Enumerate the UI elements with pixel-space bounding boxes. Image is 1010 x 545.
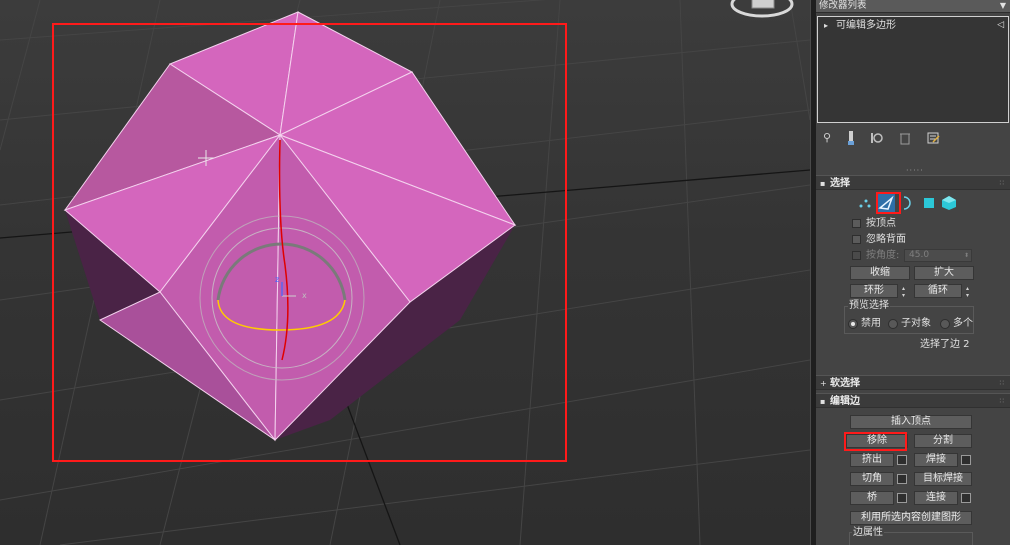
- edge-properties-title: 边属性: [852, 527, 884, 539]
- panel-grip[interactable]: ·····: [906, 166, 924, 175]
- rollout-grip-icon: ∷: [999, 397, 1004, 405]
- bridge-settings-icon[interactable]: [897, 493, 907, 503]
- chamfer-button[interactable]: 切角: [850, 472, 894, 486]
- stack-item-editable-poly[interactable]: ▸ 可编辑多边形 ◁: [820, 19, 1006, 32]
- chamfer-settings-icon[interactable]: [897, 474, 907, 484]
- ring-button[interactable]: 环形: [850, 284, 898, 298]
- ring-spinner[interactable]: ▴ ▾: [902, 285, 905, 299]
- modifier-list-dropdown[interactable]: 修改器列表 ▼: [816, 0, 1010, 13]
- selection-status-text: 选择了边 2: [920, 339, 970, 350]
- preview-selection-title: 预览选择: [848, 300, 890, 312]
- perspective-viewport[interactable]: z x: [0, 0, 810, 545]
- gizmo-x-label: x: [302, 291, 307, 300]
- rollout-grip-icon: ∷: [999, 179, 1004, 187]
- target-weld-button[interactable]: 目标焊接: [914, 472, 972, 486]
- connect-button[interactable]: 连接: [914, 491, 958, 505]
- stack-item-label: 可编辑多边形: [836, 20, 896, 31]
- rollout-edit-edges-header[interactable]: ▪ 编辑边 ∷: [816, 393, 1010, 408]
- create-shape-from-selection-button[interactable]: 利用所选内容创建图形: [850, 511, 972, 525]
- split-button[interactable]: 分割: [914, 434, 972, 448]
- modify-command-panel: 修改器列表 ▼ ▸ 可编辑多边形 ◁ ⚲ ····· ▪ 选择 ∷ 按顶点 忽略…: [816, 0, 1010, 545]
- loop-button[interactable]: 循环: [914, 284, 962, 298]
- chevron-down-icon: ▼: [999, 1, 1006, 10]
- pin-icon[interactable]: ⚲: [820, 131, 834, 145]
- modifier-toggle-icon[interactable]: ◁: [997, 19, 1004, 32]
- stack-toolbar: ⚲: [816, 128, 1010, 148]
- shrink-button[interactable]: 收缩: [850, 266, 910, 280]
- polygon-mode-icon[interactable]: [920, 194, 938, 212]
- vertex-mode-icon[interactable]: [856, 194, 874, 212]
- edge-mode-highlight: [876, 192, 901, 214]
- modifier-stack[interactable]: ▸ 可编辑多边形 ◁: [817, 16, 1009, 123]
- element-mode-icon[interactable]: [940, 194, 958, 212]
- loop-spinner[interactable]: ▴ ▾: [966, 285, 969, 299]
- extrude-settings-icon[interactable]: [897, 455, 907, 465]
- bridge-button[interactable]: 桥: [850, 491, 894, 505]
- rollout-title: 软选择: [830, 378, 860, 389]
- connect-settings-icon[interactable]: [961, 493, 971, 503]
- insert-vertex-button[interactable]: 插入顶点: [850, 415, 972, 429]
- rollout-title: 编辑边: [830, 396, 860, 407]
- make-unique-icon[interactable]: [870, 131, 884, 145]
- rollout-title: 选择: [830, 178, 850, 189]
- remove-modifier-icon[interactable]: [898, 131, 912, 145]
- expand-icon: +: [820, 379, 827, 388]
- preview-selection-group: 预览选择 禁用 子对象 多个: [844, 300, 974, 334]
- show-end-result-icon[interactable]: [844, 130, 858, 145]
- weld-button[interactable]: 焊接: [914, 453, 958, 467]
- viewcube[interactable]: [730, 0, 794, 18]
- subobject-mode-toolbar: [856, 194, 961, 212]
- rollout-soft-selection-header[interactable]: + 软选择 ∷: [816, 375, 1010, 390]
- edge-properties-group: 边属性: [849, 527, 973, 545]
- modifier-list-label: 修改器列表: [819, 0, 867, 11]
- collapse-icon: ▪: [820, 397, 826, 406]
- viewport-scene: z x: [0, 0, 810, 545]
- expand-arrow-icon[interactable]: ▸: [824, 19, 828, 32]
- gizmo-z-label: z: [275, 275, 279, 284]
- configure-modifier-sets-icon[interactable]: [926, 131, 940, 145]
- angle-spinner[interactable]: 45.0 ⬍: [904, 249, 972, 262]
- extrude-button[interactable]: 挤出: [850, 453, 894, 467]
- weld-settings-icon[interactable]: [961, 455, 971, 465]
- remove-button-highlight: [844, 432, 907, 451]
- collapse-icon: ▪: [820, 179, 826, 188]
- rollout-grip-icon: ∷: [999, 379, 1004, 387]
- rollout-selection-header[interactable]: ▪ 选择 ∷: [816, 175, 1010, 190]
- grow-button[interactable]: 扩大: [914, 266, 974, 280]
